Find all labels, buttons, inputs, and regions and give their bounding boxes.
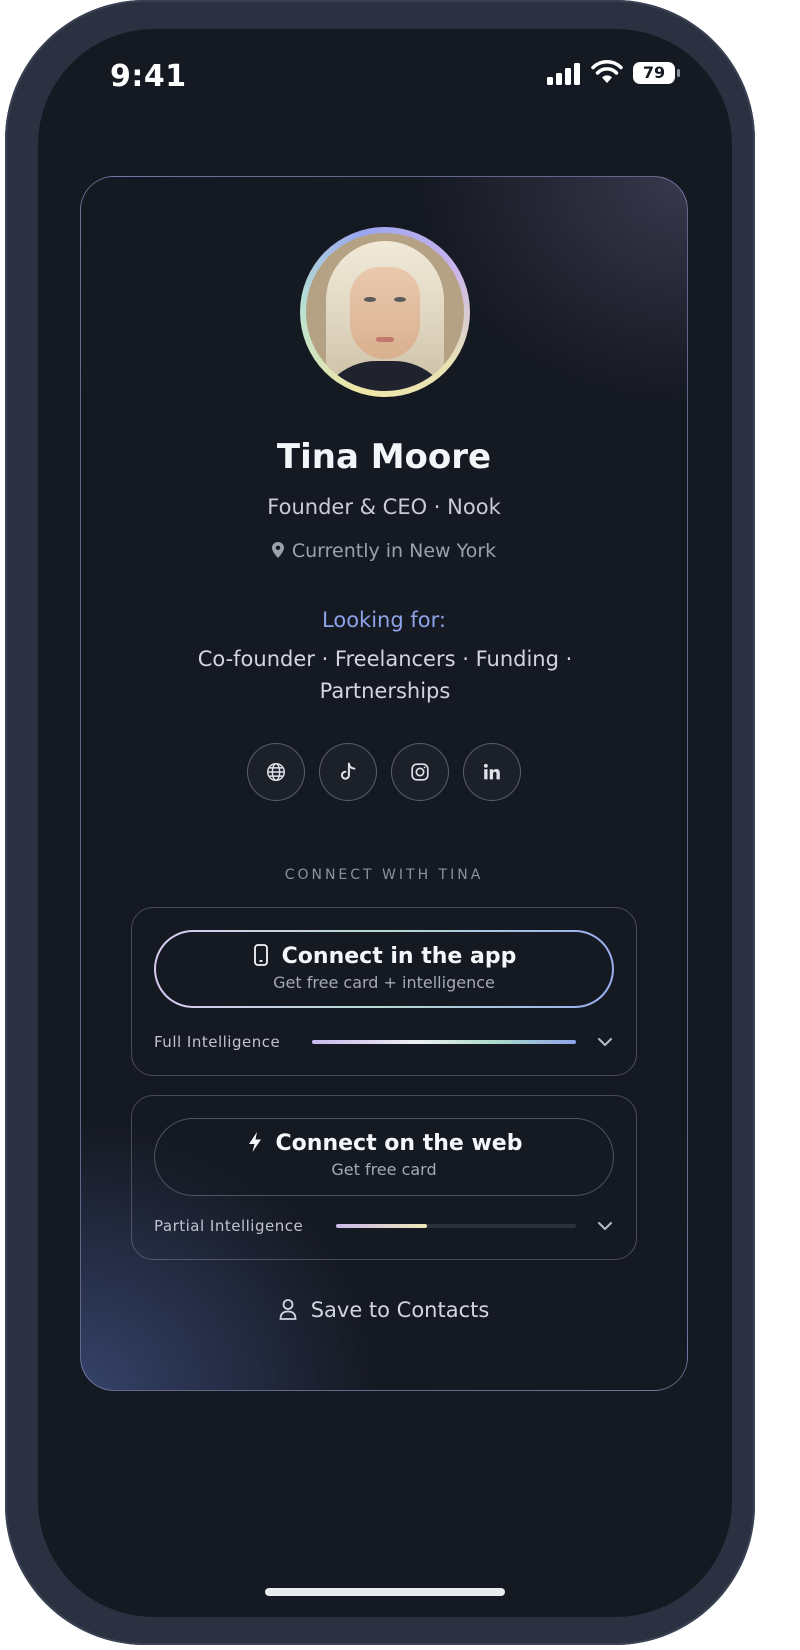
tiktok-icon — [340, 762, 356, 780]
tiktok-link[interactable] — [319, 743, 377, 801]
avatar-mouth — [376, 337, 394, 342]
lightning-icon — [248, 1132, 261, 1152]
cellular-signal-icon — [547, 63, 580, 85]
instagram-icon — [411, 763, 429, 781]
profile-role: Founder & CEO · Nook — [267, 495, 501, 519]
avatar-eye — [364, 297, 376, 302]
partial-intelligence-label: Partial Intelligence — [154, 1217, 304, 1235]
save-to-contacts-label: Save to Contacts — [310, 1298, 490, 1322]
looking-for-values: Co-founder · Freelancers · Funding · Par… — [197, 647, 573, 703]
connect-on-web-button[interactable]: Connect on the web Get free card — [154, 1118, 614, 1196]
social-links — [247, 743, 523, 803]
full-intelligence-label: Full Intelligence — [154, 1033, 281, 1051]
partial-intelligence-bar — [336, 1224, 576, 1228]
screen: 9:41 79 Tina Moore Founder & CEO · Nook … — [38, 29, 732, 1617]
location-pin-icon — [271, 542, 284, 558]
connect-in-app-button[interactable]: Connect in the app Get free card + intel… — [154, 930, 614, 1008]
phone-icon — [253, 944, 268, 966]
profile-card: Tina Moore Founder & CEO · Nook Currentl… — [80, 176, 688, 1391]
status-bar: 9:41 79 — [38, 29, 732, 119]
full-intelligence-bar — [312, 1040, 576, 1044]
connect-app-title-text: Connect in the app — [281, 944, 517, 969]
partial-intelligence-fill — [336, 1224, 428, 1228]
person-icon — [279, 1299, 297, 1320]
chevron-down-icon[interactable] — [596, 1036, 614, 1048]
avatar-eye — [394, 297, 406, 302]
save-to-contacts-button[interactable]: Save to Contacts — [81, 1298, 687, 1322]
connect-app-title: Connect in the app — [156, 944, 612, 969]
battery-indicator: 79 — [633, 62, 675, 84]
location-text: Currently in New York — [291, 540, 497, 562]
linkedin-icon — [483, 763, 500, 780]
connect-web-subtitle: Get free card — [331, 1160, 437, 1179]
connect-app-panel: Connect in the app Get free card + intel… — [131, 907, 637, 1076]
battery-cap — [677, 69, 680, 77]
avatar-face — [350, 267, 420, 359]
chevron-down-icon[interactable] — [596, 1220, 614, 1232]
avatar-ring — [300, 227, 470, 397]
status-time: 9:41 — [110, 59, 187, 94]
looking-for-label: Looking for: — [322, 608, 446, 632]
linkedin-link[interactable] — [463, 743, 521, 801]
connect-heading: CONNECT WITH TINA — [284, 867, 484, 883]
profile-name: Tina Moore — [276, 437, 492, 477]
wifi-icon — [591, 60, 623, 83]
home-indicator[interactable] — [265, 1588, 505, 1596]
connect-web-title-text: Connect on the web — [275, 1131, 523, 1156]
full-intelligence-fill — [312, 1040, 576, 1044]
profile-location: Currently in New York — [81, 540, 687, 562]
connect-app-subtitle: Get free card + intelligence — [273, 973, 495, 992]
connect-web-title: Connect on the web — [155, 1131, 613, 1156]
phone-frame: 9:41 79 Tina Moore Founder & CEO · Nook … — [5, 0, 755, 1645]
avatar — [306, 233, 464, 391]
connect-web-panel: Connect on the web Get free card Partial… — [131, 1095, 637, 1260]
website-link[interactable] — [247, 743, 305, 801]
globe-icon — [267, 763, 285, 781]
instagram-link[interactable] — [391, 743, 449, 801]
